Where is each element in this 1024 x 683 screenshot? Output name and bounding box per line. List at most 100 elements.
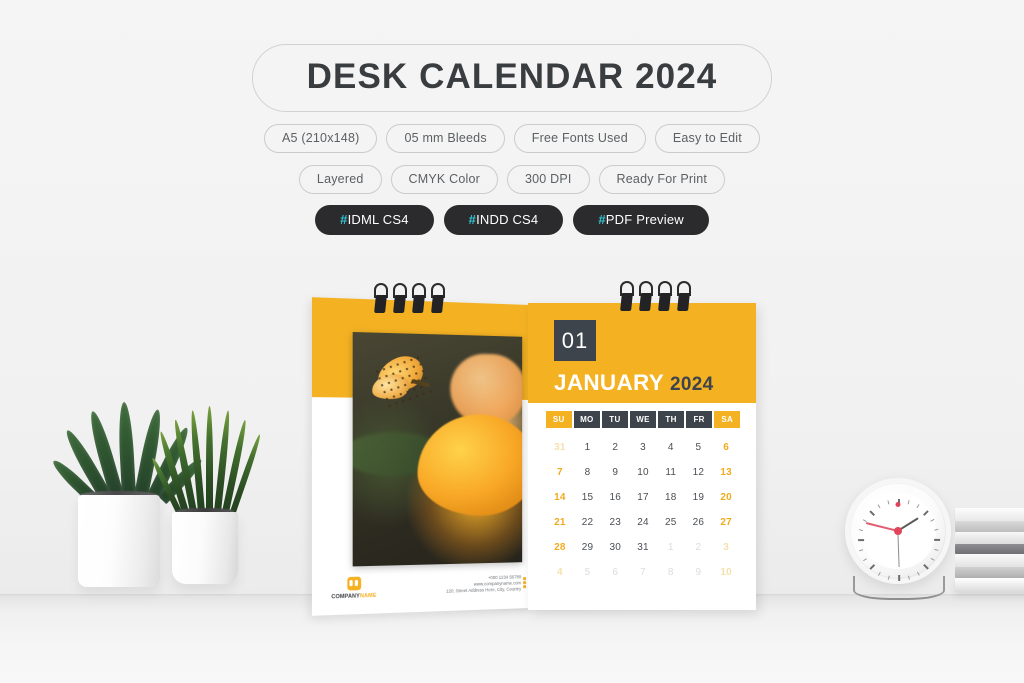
book-item <box>955 532 1024 544</box>
hash-icon: # <box>340 212 348 227</box>
date-cell[interactable]: 24 <box>629 510 657 535</box>
spiral-ring <box>639 281 653 311</box>
book-item <box>955 521 1024 532</box>
date-cell[interactable]: 8 <box>574 460 602 485</box>
date-cell[interactable]: 16 <box>601 485 629 510</box>
date-cell[interactable]: 5 <box>685 435 713 460</box>
contact-icon-group <box>523 577 527 589</box>
date-cell[interactable]: 1 <box>657 535 685 560</box>
clock-dial <box>858 493 941 581</box>
weekday-header-th: TH <box>658 411 684 428</box>
feature-tag[interactable]: 300 DPI <box>506 165 590 194</box>
date-cell[interactable]: 30 <box>601 535 629 560</box>
spiral-ring <box>412 283 426 313</box>
feature-tag[interactable]: CMYK Color <box>390 165 498 194</box>
format-pill-pdf[interactable]: # PDF Preview <box>573 205 709 235</box>
format-pill-label: INDD CS4 <box>476 212 539 227</box>
date-cell[interactable]: 29 <box>574 535 602 560</box>
clock-twelve-marker <box>895 502 901 507</box>
date-cell[interactable]: 22 <box>574 510 602 535</box>
date-cell[interactable]: 28 <box>546 535 574 560</box>
cover-photo-butterfly <box>352 331 523 567</box>
clock-second-hand <box>897 530 900 568</box>
date-cell[interactable]: 23 <box>601 510 629 535</box>
date-cell[interactable]: 1 <box>574 435 602 460</box>
feature-tag-row-1: A5 (210x148) 05 mm Bleeds Free Fonts Use… <box>0 124 1024 153</box>
hash-icon: # <box>468 212 477 227</box>
brand-name-text: COMPANYNAME <box>331 593 376 601</box>
date-cell[interactable]: 31 <box>546 435 574 460</box>
date-cell[interactable]: 25 <box>657 510 685 535</box>
book-item <box>955 567 1024 578</box>
weekday-header-we: WE <box>630 411 656 428</box>
brand-logo: COMPANYNAME <box>331 576 376 600</box>
globe-icon <box>523 581 527 585</box>
date-cell[interactable]: 6 <box>712 435 740 460</box>
month-name-text: JANUARY <box>554 370 665 395</box>
date-cell[interactable]: 9 <box>601 460 629 485</box>
spiral-binding-right <box>620 281 691 311</box>
location-pin-icon <box>523 585 527 589</box>
date-cell[interactable]: 13 <box>712 460 740 485</box>
feature-tag[interactable]: Easy to Edit <box>654 124 760 153</box>
date-cell[interactable]: 2 <box>685 535 713 560</box>
date-cell[interactable]: 7 <box>629 560 657 585</box>
spiral-ring <box>431 283 445 313</box>
date-cell[interactable]: 2 <box>601 435 629 460</box>
feature-tag[interactable]: Free Fonts Used <box>513 124 646 153</box>
date-cell[interactable]: 14 <box>546 485 574 510</box>
calendar-photo-panel: COMPANYNAME +000 1234 56789 www.companyn… <box>311 297 530 616</box>
pot-small <box>172 512 238 584</box>
format-pill-idml[interactable]: # IDML CS4 <box>315 205 434 235</box>
date-cell[interactable]: 3 <box>712 535 740 560</box>
date-cell[interactable]: 4 <box>546 560 574 585</box>
date-cell[interactable]: 31 <box>629 535 657 560</box>
book-stack <box>955 508 1024 592</box>
date-cell[interactable]: 10 <box>712 560 740 585</box>
desk-calendar-mockup: COMPANYNAME +000 1234 56789 www.companyn… <box>311 281 760 616</box>
date-cell[interactable]: 15 <box>574 485 602 510</box>
clock-face <box>845 478 951 584</box>
date-cell[interactable]: 3 <box>629 435 657 460</box>
contact-block: +000 1234 56789 www.companyname.com 120,… <box>446 575 527 595</box>
feature-tag[interactable]: A5 (210x148) <box>264 124 378 153</box>
date-cell[interactable]: 4 <box>657 435 685 460</box>
date-cell[interactable]: 5 <box>574 560 602 585</box>
date-cell[interactable]: 9 <box>685 560 713 585</box>
date-cell[interactable]: 7 <box>546 460 574 485</box>
date-cell[interactable]: 6 <box>601 560 629 585</box>
clock-center-pin <box>894 527 902 535</box>
date-cell[interactable]: 20 <box>712 485 740 510</box>
calendar-footer: COMPANYNAME +000 1234 56789 www.companyn… <box>331 566 527 607</box>
date-cell[interactable]: 10 <box>629 460 657 485</box>
date-cell[interactable]: 12 <box>685 460 713 485</box>
date-cell[interactable]: 26 <box>685 510 713 535</box>
month-title-line: JANUARY 2024 <box>554 370 714 395</box>
phone-icon <box>523 577 527 581</box>
month-number-badge: 01 <box>554 320 596 361</box>
page-title: DESK CALENDAR 2024 <box>306 57 718 96</box>
format-pill-indd[interactable]: # INDD CS4 <box>443 205 564 235</box>
weekday-header-mo: MO <box>574 411 600 428</box>
desk-clock <box>845 478 965 600</box>
date-cell[interactable]: 8 <box>657 560 685 585</box>
book-item <box>955 508 1024 521</box>
contact-address: 120, Street Address Here, City, Country <box>446 586 522 594</box>
weekday-header-su: SU <box>546 411 572 428</box>
date-cell[interactable]: 17 <box>629 485 657 510</box>
date-cell[interactable]: 21 <box>546 510 574 535</box>
book-item <box>955 554 1024 567</box>
feature-tag[interactable]: Ready For Print <box>598 165 726 194</box>
date-cell[interactable]: 18 <box>657 485 685 510</box>
format-pill-row: # IDML CS4 # INDD CS4 # PDF Preview <box>0 205 1024 235</box>
date-cell[interactable]: 27 <box>712 510 740 535</box>
month-year-text: 2024 <box>670 374 714 395</box>
book-item <box>955 544 1024 554</box>
feature-tag[interactable]: 05 mm Bleeds <box>386 124 505 153</box>
date-cell[interactable]: 11 <box>657 460 685 485</box>
butterfly-icon <box>370 350 440 409</box>
weekday-header-sa: SA <box>714 411 740 428</box>
calendar-date-panel: 01 JANUARY 2024 SU MO TU WE TH FR SA 31 1 2 3 4 5 6 7… <box>528 303 756 610</box>
date-cell[interactable]: 19 <box>685 485 713 510</box>
feature-tag[interactable]: Layered <box>298 165 382 194</box>
